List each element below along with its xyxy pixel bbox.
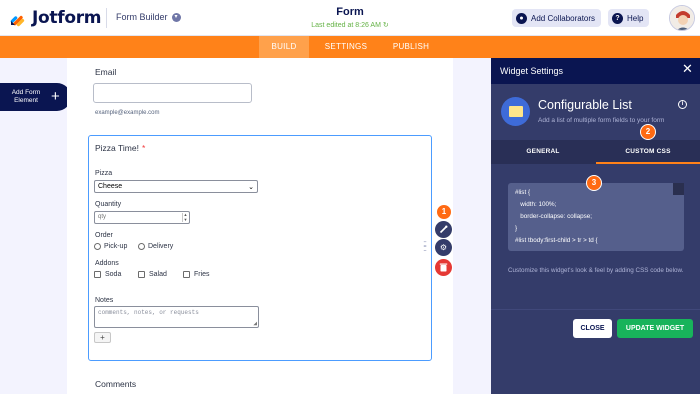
add-collaborators-button[interactable]: ● Add Collaborators <box>512 9 602 27</box>
pizza-label: Pizza <box>95 170 113 177</box>
notes-label: Notes <box>95 297 114 304</box>
user-icon: ● <box>516 12 527 24</box>
checkbox[interactable] <box>183 271 190 278</box>
wand-icon[interactable] <box>435 221 452 238</box>
form-builder-dropdown[interactable]: Form Builder ▾ <box>116 12 181 22</box>
css-line: #list tbody:first-child > tr > td { <box>515 237 598 244</box>
pizza-select[interactable]: Cheese ⌄ <box>94 180 258 193</box>
email-input[interactable] <box>93 83 252 103</box>
pizza-select-value: Cheese <box>98 183 123 190</box>
help-button[interactable]: ? Help <box>608 9 650 27</box>
drag-handle-icon[interactable]: ⁚⁚ ⁚⁚ <box>423 241 431 255</box>
chevron-down-icon: ▾ <box>171 12 181 22</box>
jotform-logo[interactable]: Jotform <box>9 8 102 28</box>
step-badge-1: 1 <box>436 204 452 220</box>
user-avatar[interactable] <box>669 5 695 31</box>
editor-scrollbar[interactable] <box>673 183 684 195</box>
tab-settings[interactable]: SETTINGS <box>318 36 374 58</box>
close-icon[interactable]: ✕ <box>682 62 693 76</box>
form-builder-label: Form Builder <box>116 12 168 22</box>
info-icon[interactable]: i <box>678 100 687 109</box>
gear-icon[interactable]: ⚙ <box>435 239 452 256</box>
add-row-button[interactable]: + <box>94 332 111 343</box>
logo-text: Jotform <box>32 8 102 28</box>
add-form-element-label: Add Form Element <box>11 89 41 104</box>
add-collaborators-label: Add Collaborators <box>531 13 596 23</box>
checkbox[interactable] <box>94 271 101 278</box>
tab-general[interactable]: GENERAL <box>491 140 595 164</box>
widget-description: Add a list of multiple form fields to yo… <box>538 117 665 124</box>
css-line: width: 100%; <box>515 201 557 208</box>
update-widget-button[interactable]: UPDATE WIDGET <box>617 319 693 338</box>
checkbox[interactable] <box>138 271 145 278</box>
radio-button[interactable] <box>138 243 145 250</box>
quantity-label: Quantity <box>95 201 122 208</box>
email-sublabel: example@example.com <box>95 110 160 116</box>
addon-option-soda[interactable]: Soda <box>94 271 121 278</box>
tab-publish[interactable]: PUBLISH <box>384 36 438 58</box>
builder-tab-bar: BUILD SETTINGS PUBLISH <box>0 36 700 58</box>
tab-custom-css[interactable]: CUSTOM CSS <box>596 140 700 164</box>
panel-footer-divider <box>491 309 700 310</box>
quantity-value: qty <box>98 214 107 220</box>
addons-label: Addons <box>95 260 119 267</box>
trash-icon[interactable] <box>435 259 452 276</box>
help-icon: ? <box>612 12 623 24</box>
step-badge-3: 3 <box>586 175 602 191</box>
step-badge-2: 2 <box>640 124 656 140</box>
help-label: Help <box>627 13 644 23</box>
order-label: Order <box>95 232 113 239</box>
top-header: Jotform Form Builder ▾ Form Last edited … <box>0 0 700 36</box>
panel-title: Widget Settings <box>500 66 564 76</box>
notes-placeholder: comments, notes, or requests <box>98 309 199 316</box>
radio-button[interactable] <box>94 243 101 250</box>
notes-textarea[interactable]: comments, notes, or requests ◢ <box>94 306 259 328</box>
close-button[interactable]: CLOSE <box>573 319 612 338</box>
add-form-element-button[interactable]: Add Form Element + <box>0 83 71 111</box>
comments-label: Comments <box>95 379 137 389</box>
widget-title: Pizza Time! * <box>95 143 146 153</box>
addon-option-salad[interactable]: Salad <box>138 271 167 278</box>
quantity-input[interactable]: qty ▲ ▼ <box>94 211 190 224</box>
header-divider <box>106 8 107 28</box>
css-hint-text: Customize this widget's look & feel by a… <box>508 267 684 274</box>
jotform-logo-icon <box>9 9 27 27</box>
email-label: Email <box>95 67 117 77</box>
quantity-stepper[interactable]: ▲ ▼ <box>182 212 188 222</box>
css-line: border-collapse: collapse; <box>515 213 593 220</box>
required-mark: * <box>141 143 146 153</box>
addon-option-fries[interactable]: Fries <box>183 271 210 278</box>
custom-css-editor[interactable]: #list { width: 100%; border-collapse: co… <box>508 183 684 251</box>
widget-name: Configurable List <box>538 98 632 112</box>
css-line: } <box>515 225 518 232</box>
order-option-delivery[interactable]: Delivery <box>138 243 173 250</box>
tab-build[interactable]: BUILD <box>259 36 309 58</box>
plus-icon: + <box>51 88 60 105</box>
order-option-pickup[interactable]: Pick-up <box>94 243 127 250</box>
list-widget-icon <box>501 97 530 126</box>
chevron-down-icon: ⌄ <box>248 184 254 191</box>
resize-grip-icon[interactable]: ◢ <box>253 320 257 327</box>
css-line: #list { <box>515 189 531 196</box>
